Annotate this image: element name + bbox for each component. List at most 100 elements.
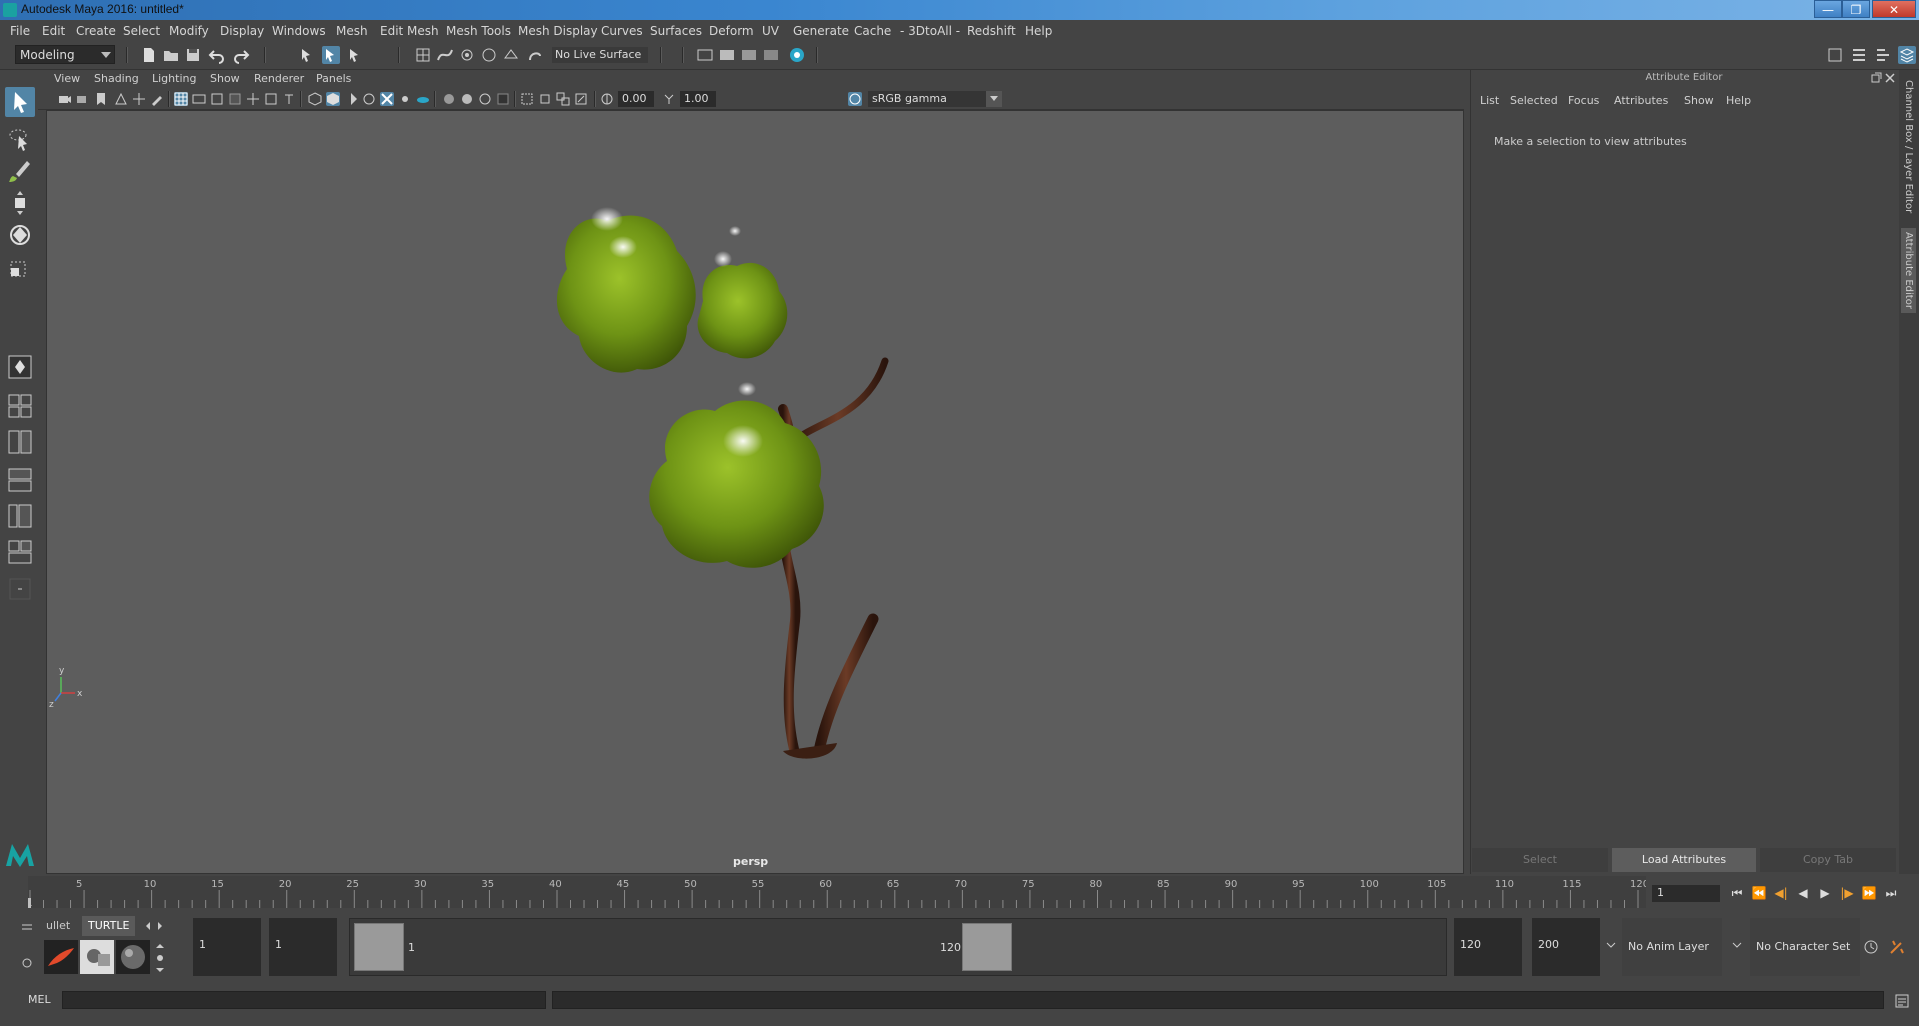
ae-menu-show[interactable]: Show <box>1684 94 1714 107</box>
menu-windows[interactable]: Windows <box>272 24 326 38</box>
isolate-select-icon[interactable] <box>496 92 510 106</box>
step-back-key-button[interactable]: ◀| <box>1773 885 1789 901</box>
current-frame-field[interactable]: 1 <box>1652 885 1720 902</box>
shelf-tab-turtle[interactable]: TURTLE <box>82 916 136 936</box>
panel-menu-shading[interactable]: Shading <box>94 72 139 85</box>
snap-to-view-plane-icon[interactable] <box>480 46 498 64</box>
textured-icon[interactable] <box>362 92 376 106</box>
menu-redshift[interactable]: Redshift <box>967 24 1016 38</box>
snap-to-curve-icon[interactable] <box>436 46 454 64</box>
toggle-channel-box-icon[interactable] <box>1898 46 1916 64</box>
safe-title-icon[interactable] <box>282 92 296 106</box>
menu-create[interactable]: Create <box>76 24 116 38</box>
2d-pan-zoom-icon[interactable] <box>132 92 146 106</box>
shelf-menu-icon[interactable] <box>20 920 34 934</box>
scale-tool[interactable] <box>5 252 35 282</box>
snap-to-grid-icon[interactable] <box>414 46 432 64</box>
animation-start-field[interactable]: 1 <box>193 918 261 976</box>
perspective-viewport[interactable]: y x z <box>46 110 1464 874</box>
open-scene-icon[interactable] <box>162 46 180 64</box>
grid-icon[interactable] <box>174 92 188 106</box>
snap-to-surface-icon[interactable] <box>502 46 520 64</box>
shaded-wireframe-icon[interactable] <box>344 92 358 106</box>
ae-select-button[interactable]: Select <box>1472 848 1608 872</box>
select-by-hierarchy-icon[interactable] <box>298 46 316 64</box>
use-all-lights-icon[interactable] <box>380 92 394 106</box>
close-panel-icon[interactable] <box>1884 72 1896 84</box>
menu-generate[interactable]: Generate <box>793 24 849 38</box>
current-time-marker[interactable] <box>28 898 31 908</box>
render-view-icon[interactable] <box>762 46 780 64</box>
panel-menu-lighting[interactable]: Lighting <box>152 72 196 85</box>
toggle-attribute-editor-icon[interactable] <box>1850 46 1868 64</box>
ae-copy-tab-button[interactable]: Copy Tab <box>1760 848 1896 872</box>
character-set-dropdown[interactable]: No Character Set <box>1750 918 1860 976</box>
move-tool[interactable] <box>5 188 35 218</box>
ae-menu-focus[interactable]: Focus <box>1568 94 1599 107</box>
exposure-field[interactable]: 0.00 <box>618 91 654 107</box>
close-button[interactable]: ✕ <box>1872 0 1916 18</box>
menu-set-dropdown[interactable]: Modeling <box>15 45 115 64</box>
anim-layer-dropdown[interactable]: No Anim Layer <box>1622 918 1722 976</box>
animation-preferences-icon[interactable] <box>1888 938 1906 956</box>
toolbox-more-button[interactable] <box>5 578 35 600</box>
view-transform-dropdown[interactable]: sRGB gamma <box>868 91 1002 107</box>
ae-menu-help[interactable]: Help <box>1726 94 1751 107</box>
multisample-aa-icon[interactable] <box>460 92 474 106</box>
bookmarks-icon[interactable] <box>94 92 108 106</box>
menu-file[interactable]: File <box>10 24 30 38</box>
render-frame-icon[interactable] <box>718 46 736 64</box>
grease-pencil-icon[interactable] <box>150 92 164 106</box>
play-backwards-button[interactable]: ◀ <box>1795 885 1811 901</box>
ae-menu-list[interactable]: List <box>1480 94 1499 107</box>
backface-culling-icon[interactable] <box>574 92 588 106</box>
time-slider[interactable]: 1510152025303540455055606570758085909510… <box>26 876 1649 909</box>
step-back-frame-button[interactable]: ⏪ <box>1751 885 1767 901</box>
snap-to-point-icon[interactable] <box>458 46 476 64</box>
menu-modify[interactable]: Modify <box>169 24 209 38</box>
step-forward-frame-button[interactable]: ⏩ <box>1861 885 1877 901</box>
panel-menu-panels[interactable]: Panels <box>316 72 351 85</box>
panel-menu-show[interactable]: Show <box>210 72 240 85</box>
gate-mask-icon[interactable] <box>228 92 242 106</box>
ae-menu-attributes[interactable]: Attributes <box>1614 94 1668 107</box>
ae-load-attributes-button[interactable]: Load Attributes <box>1612 848 1756 872</box>
ipr-render-icon[interactable] <box>740 46 758 64</box>
turtle-render-icon[interactable] <box>44 940 78 974</box>
ae-menu-selected[interactable]: Selected <box>1510 94 1558 107</box>
smooth-shade-icon[interactable] <box>326 92 340 106</box>
play-forwards-button[interactable]: ▶ <box>1817 885 1833 901</box>
hypershade-icon[interactable] <box>788 46 806 64</box>
save-scene-icon[interactable] <box>184 46 202 64</box>
command-input[interactable] <box>62 991 546 1009</box>
shelf-tab-bullet[interactable]: ullet <box>40 916 76 936</box>
make-live-icon[interactable] <box>526 46 544 64</box>
animation-end-field[interactable]: 200 <box>1532 918 1600 976</box>
xray-joints-icon[interactable] <box>556 92 570 106</box>
last-used-tool[interactable] <box>5 352 35 382</box>
go-to-start-button[interactable]: ⏮ <box>1729 885 1745 901</box>
menu-mesh-tools[interactable]: Mesh Tools <box>446 24 511 38</box>
gamma-icon[interactable] <box>662 92 676 106</box>
layout-outliner-button[interactable] <box>5 504 35 530</box>
shelf-tab-scroll-icon[interactable] <box>144 921 164 931</box>
float-panel-icon[interactable] <box>1870 72 1882 84</box>
chevron-down-icon[interactable] <box>1732 940 1742 950</box>
camera-attributes-icon[interactable] <box>76 92 90 106</box>
shelf-scroll-icon[interactable] <box>154 940 166 976</box>
menu-curves[interactable]: Curves <box>601 24 643 38</box>
exposure-icon[interactable] <box>600 92 614 106</box>
tab-attribute-editor[interactable]: Attribute Editor <box>1901 228 1916 313</box>
step-forward-key-button[interactable]: |▶ <box>1839 885 1855 901</box>
layout-persp-graph-button[interactable] <box>5 468 35 494</box>
select-camera-icon[interactable] <box>58 92 72 106</box>
film-gate-icon[interactable] <box>192 92 206 106</box>
panel-menu-view[interactable]: View <box>54 72 80 85</box>
menu-mesh-display[interactable]: Mesh Display <box>518 24 598 38</box>
menu-deform[interactable]: Deform <box>709 24 754 38</box>
go-to-end-button[interactable]: ⏭ <box>1883 885 1899 901</box>
rotate-tool[interactable] <box>5 220 35 250</box>
motion-blur-icon[interactable] <box>442 92 456 106</box>
playback-start-field[interactable]: 1 <box>269 918 337 976</box>
menu-edit[interactable]: Edit <box>42 24 65 38</box>
